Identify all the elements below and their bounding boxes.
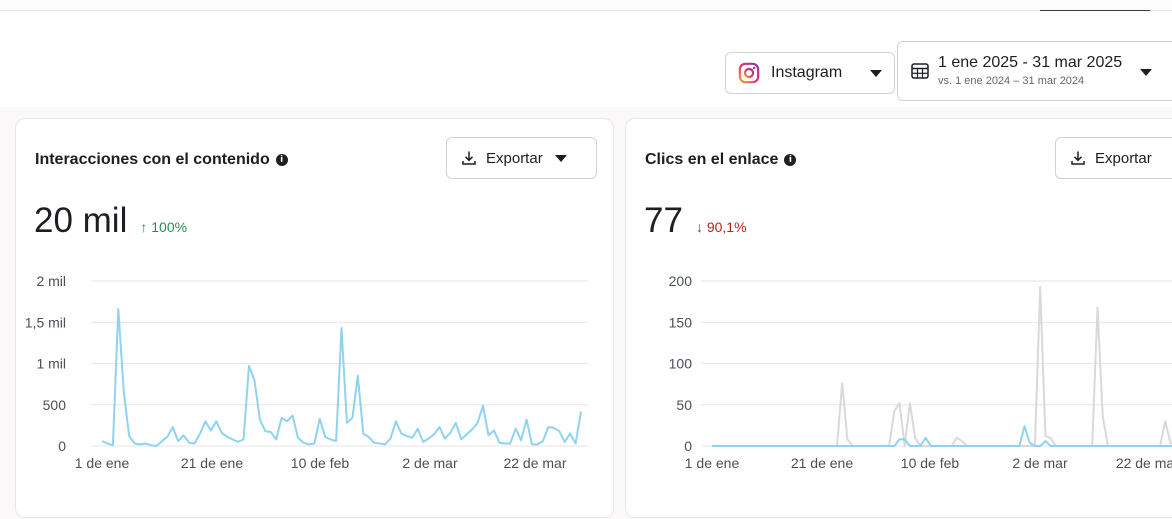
x-tick-label: 21 de ene bbox=[791, 455, 853, 471]
x-tick-label: 22 de ma bbox=[1116, 455, 1172, 471]
y-tick-label: 100 bbox=[669, 356, 693, 372]
date-comparison-label: vs. 1 ene 2024 – 31 mar 2024 bbox=[938, 74, 1085, 87]
y-tick-label: 0 bbox=[684, 438, 692, 454]
y-tick-label: 200 bbox=[669, 273, 693, 289]
y-tick-label: 1 mil bbox=[36, 356, 66, 372]
calendar-icon bbox=[911, 63, 929, 79]
date-range-selector[interactable]: 1 ene 2025 - 31 mar 2025 vs. 1 ene 2024 … bbox=[897, 41, 1172, 101]
date-range-label: 1 ene 2025 - 31 mar 2025 bbox=[938, 54, 1123, 72]
x-tick-label: 1 de ene bbox=[685, 455, 740, 471]
link-clicks-line-chart: 0 50 100 150 200 1 de ene 21 de ene 10 de feb 2 … bbox=[669, 273, 1172, 471]
chevron-down-icon bbox=[870, 69, 882, 77]
x-tick-label: 22 de mar bbox=[503, 455, 566, 471]
instagram-icon bbox=[738, 62, 760, 84]
platform-selector[interactable]: Instagram bbox=[725, 52, 895, 94]
x-tick-label: 1 de ene bbox=[75, 455, 130, 471]
x-tick-label: 10 de feb bbox=[291, 455, 350, 471]
y-tick-label: 500 bbox=[43, 397, 67, 413]
series-line bbox=[712, 425, 1172, 447]
series-line bbox=[101, 308, 582, 447]
y-tick-label: 1,5 mil bbox=[25, 314, 66, 330]
y-tick-label: 2 mil bbox=[36, 273, 66, 289]
date-range-text: 1 ene 2025 - 31 mar 2025 vs. 1 ene 2024 … bbox=[938, 54, 1122, 87]
platform-label: Instagram bbox=[771, 64, 843, 81]
y-tick-label: 150 bbox=[669, 314, 693, 330]
link-clicks-card: Clics en el enlace i Exportar 77 ↓ 90,1%… bbox=[625, 118, 1172, 518]
y-tick-label: 0 bbox=[58, 438, 66, 454]
x-tick-label: 2 de mar bbox=[1012, 455, 1068, 471]
chevron-down-icon bbox=[1140, 69, 1152, 76]
filter-bar: Instagram 1 ene 2025 - 31 mar 2025 vs. 1… bbox=[0, 11, 1172, 107]
x-tick-label: 10 de feb bbox=[901, 455, 960, 471]
x-tick-label: 21 de ene bbox=[181, 455, 243, 471]
interactions-line-chart: 0 500 1 mil 1,5 mil 2 mil 1 de ene 21 de ene 10… bbox=[25, 273, 588, 471]
top-tab-strip bbox=[0, 0, 1172, 12]
content-interactions-card: Interacciones con el contenido i Exporta… bbox=[15, 118, 614, 518]
x-tick-label: 2 de mar bbox=[402, 455, 458, 471]
series-line bbox=[712, 285, 1172, 447]
y-tick-label: 50 bbox=[676, 397, 692, 413]
